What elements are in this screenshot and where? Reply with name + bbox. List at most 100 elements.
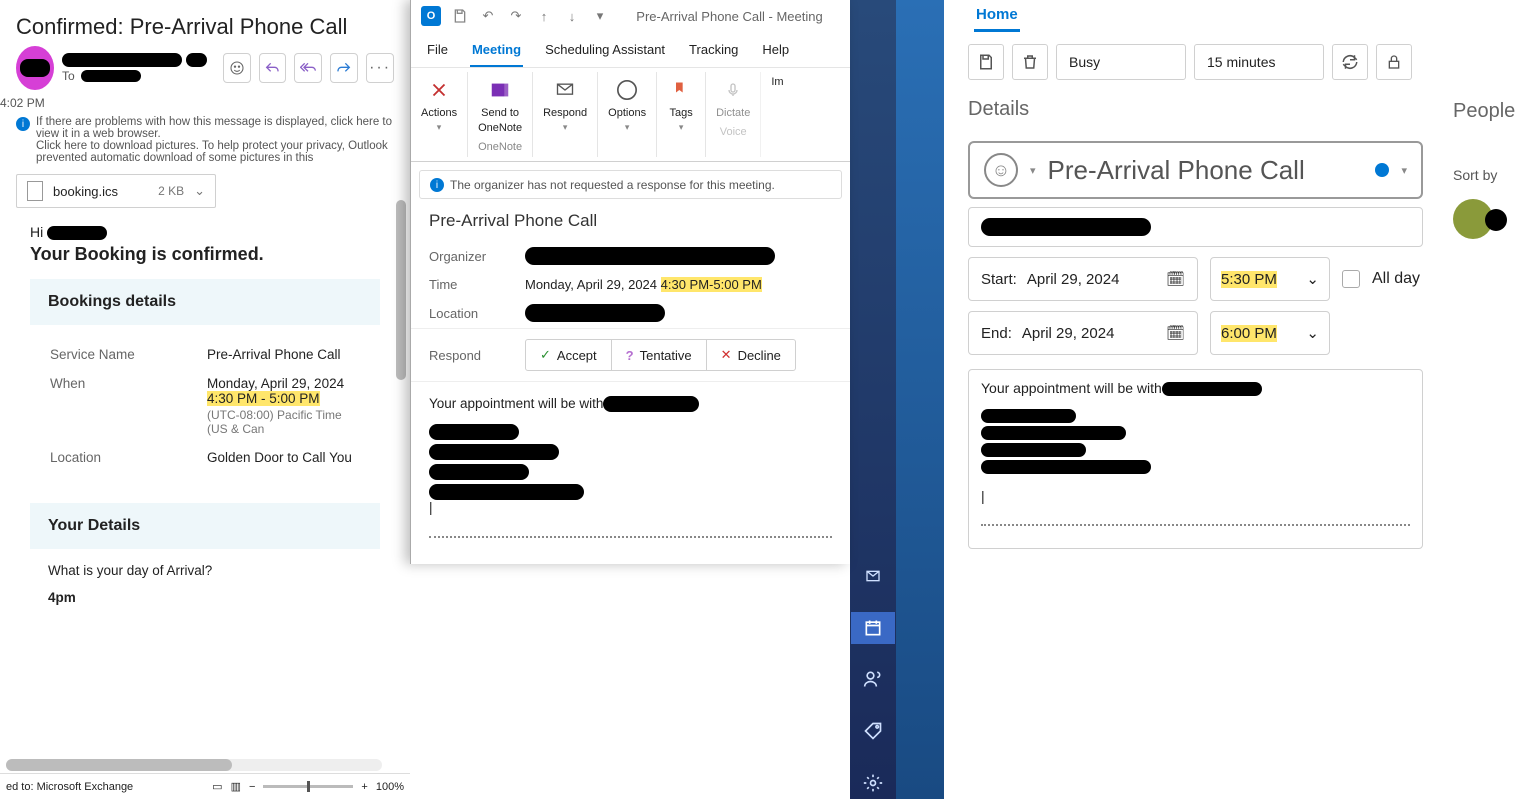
notes-input[interactable]: Your appointment will be with |	[968, 369, 1423, 549]
sort-by-label[interactable]: Sort by	[1453, 167, 1525, 183]
email-subject: Confirmed: Pre-Arrival Phone Call	[0, 0, 410, 46]
undo-icon[interactable]: ↶	[479, 7, 497, 25]
zoom-slider[interactable]	[263, 785, 353, 788]
location-label: Location	[50, 444, 205, 471]
ribbon-options[interactable]: Options▾	[598, 72, 657, 157]
more-actions-button[interactable]: ···	[366, 53, 394, 83]
to-label: To	[62, 69, 75, 83]
tentative-button[interactable]: ?Tentative	[612, 340, 707, 370]
accept-button[interactable]: ✓Accept	[526, 340, 612, 370]
info-icon: i	[430, 178, 444, 192]
body-line: Your appointment will be with	[429, 396, 603, 411]
reminder-select[interactable]: 15 minutes	[1194, 44, 1324, 80]
meeting-time-highlight: 4:30 PM-5:00 PM	[661, 277, 762, 292]
recurrence-button[interactable]	[1332, 44, 1368, 80]
ribbon-tags[interactable]: Tags▾	[657, 72, 706, 157]
people-icon[interactable]	[851, 664, 895, 696]
tab-help[interactable]: Help	[760, 32, 791, 67]
mail-icon[interactable]	[851, 560, 895, 592]
notes-line: Your appointment will be with	[981, 380, 1162, 396]
tab-file[interactable]: File	[425, 32, 450, 67]
confirm-heading: Your Booking is confirmed.	[30, 244, 380, 265]
view-reading-icon[interactable]: ▥	[231, 780, 241, 793]
zoom-out-icon[interactable]: −	[249, 781, 255, 793]
attendee-avatar[interactable]	[1453, 199, 1493, 239]
horizontal-scrollbar[interactable]	[6, 759, 382, 771]
sender-name-redacted	[62, 53, 182, 67]
view-normal-icon[interactable]: ▭	[212, 780, 222, 793]
notes-redact-1	[981, 409, 1076, 423]
sender-avatar	[16, 46, 54, 90]
booking-details-table: Service NamePre-Arrival Phone Call When …	[48, 339, 362, 473]
ribbon-respond[interactable]: Respond▾	[533, 72, 598, 157]
notes-redact-2	[981, 426, 1126, 440]
tab-tracking[interactable]: Tracking	[687, 32, 740, 67]
attachment-size: 2 KB	[158, 184, 184, 198]
notes-redact-3	[981, 443, 1086, 457]
tab-scheduling[interactable]: Scheduling Assistant	[543, 32, 667, 67]
allday-checkbox[interactable]	[1342, 270, 1360, 288]
down-arrow-icon[interactable]: ↓	[563, 7, 581, 25]
service-label: Service Name	[50, 341, 205, 368]
save-button[interactable]	[968, 44, 1004, 80]
location-input[interactable]	[968, 207, 1423, 247]
event-title-input[interactable]: ☺ ▾ Pre-Arrival Phone Call ▾	[968, 141, 1423, 199]
answer-1: 4pm	[48, 590, 362, 605]
info-banner-1[interactable]: i If there are problems with how this me…	[0, 110, 410, 166]
body-redact-1	[429, 424, 519, 440]
reply-button[interactable]	[259, 53, 287, 83]
your-details-head: Your Details	[30, 503, 380, 549]
react-button[interactable]	[223, 53, 251, 83]
zoom-in-icon[interactable]: +	[361, 781, 367, 793]
settings-icon[interactable]	[851, 767, 895, 799]
calendar-icon[interactable]	[851, 612, 895, 644]
calendar-icon[interactable]: 🗓	[1166, 324, 1185, 342]
delete-button[interactable]	[1012, 44, 1048, 80]
chevron-down-icon[interactable]: ⌄	[194, 183, 205, 199]
tag-icon[interactable]	[851, 715, 895, 747]
redo-icon[interactable]: ↷	[507, 7, 525, 25]
save-icon[interactable]	[451, 7, 469, 25]
ribbon: Actions▾ Send toOneNote OneNote Respond▾…	[411, 68, 850, 162]
tab-meeting[interactable]: Meeting	[470, 32, 523, 67]
question-1: What is your day of Arrival?	[48, 563, 362, 578]
greeting: Hi	[30, 224, 43, 240]
location-value-redacted	[981, 218, 1151, 236]
end-date-input[interactable]: End: April 29, 2024 🗓	[968, 311, 1198, 355]
organizer-redacted	[525, 247, 775, 265]
customize-qat-icon[interactable]: ▾	[591, 7, 609, 25]
tab-home[interactable]: Home	[974, 0, 1020, 32]
chevron-down-icon: ⌄	[1306, 270, 1319, 288]
calendar-icon[interactable]: 🗓	[1166, 270, 1185, 288]
service-value: Pre-Arrival Phone Call	[207, 341, 360, 368]
private-button[interactable]	[1376, 44, 1412, 80]
greeting-name-redacted	[47, 226, 107, 240]
response-banner: i The organizer has not requested a resp…	[419, 170, 842, 199]
meeting-body: Your appointment will be with |	[411, 382, 850, 564]
category-dot-icon[interactable]	[1375, 163, 1389, 177]
up-arrow-icon[interactable]: ↑	[535, 7, 553, 25]
ribbon-actions[interactable]: Actions▾	[411, 72, 468, 157]
attachment-chip[interactable]: booking.ics 2 KB ⌄	[16, 174, 216, 208]
decline-button[interactable]: ✕Decline	[707, 340, 795, 370]
start-time-input[interactable]: 5:30 PM⌄	[1210, 257, 1330, 301]
attachment-name: booking.ics	[53, 184, 118, 199]
ribbon-overflow[interactable]: Im	[761, 72, 787, 157]
notes-separator	[981, 524, 1410, 526]
reply-all-button[interactable]	[294, 53, 322, 83]
body-name-redacted	[603, 396, 699, 412]
status-select[interactable]: Busy	[1056, 44, 1186, 80]
body-redact-2	[429, 444, 559, 460]
allday-label: All day	[1372, 270, 1420, 288]
end-time-input[interactable]: 6:00 PM⌄	[1210, 311, 1330, 355]
ribbon-onenote[interactable]: Send toOneNote OneNote	[468, 72, 533, 157]
start-date-input[interactable]: Start: April 29, 2024 🗓	[968, 257, 1198, 301]
received-time: 4:02 PM	[0, 90, 410, 110]
people-heading: People	[1453, 100, 1525, 123]
forward-button[interactable]	[330, 53, 358, 83]
emoji-picker-icon[interactable]: ☺	[984, 153, 1018, 187]
status-bar: ed to: Microsoft Exchange ▭ ▥ − + 100%	[0, 773, 410, 799]
location-redacted	[525, 304, 665, 322]
calendar-edit-pane: Home Busy 15 minutes Details ☺ ▾ Pre-Arr…	[944, 0, 1525, 799]
vertical-scrollbar[interactable]	[394, 200, 408, 745]
